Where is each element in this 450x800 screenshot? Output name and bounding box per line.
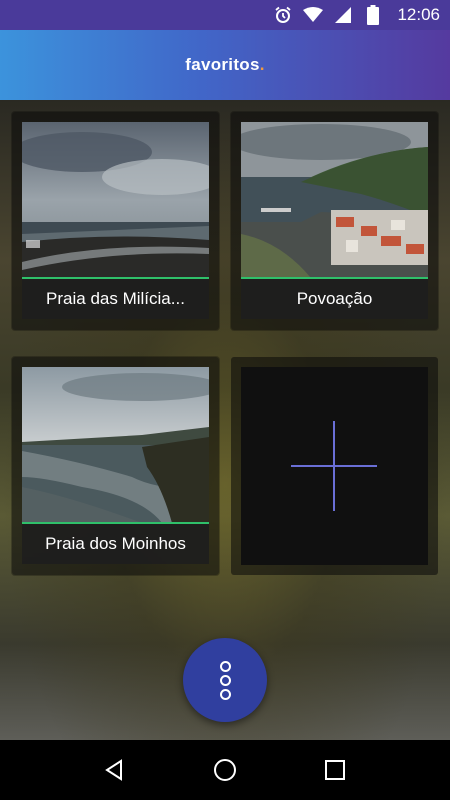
favorite-label: Povoação (296, 289, 373, 308)
webcam-thumbnail (241, 122, 428, 278)
system-nav-bar (0, 740, 450, 800)
favorite-label: Praia dos Moinhos (45, 534, 186, 553)
home-icon[interactable] (205, 750, 245, 790)
webcam-thumbnail (22, 122, 209, 278)
favorite-card-povoacao[interactable]: Povoação (231, 112, 438, 330)
card-caption: Praia dos Moinhos (22, 524, 209, 564)
webcam-thumbnail (22, 367, 209, 523)
favorite-card-praia-das-milicias[interactable]: Praia das Milícia... (12, 112, 219, 330)
app-header: favoritos. (0, 30, 450, 100)
card-caption: Povoação (241, 279, 428, 319)
battery-icon (363, 5, 383, 25)
wifi-icon (303, 5, 324, 25)
status-time: 12:06 (397, 5, 440, 24)
more-vert-icon (219, 660, 231, 672)
alarm-icon (273, 5, 293, 25)
favorite-card-praia-dos-moinhos[interactable]: Praia dos Moinhos (12, 357, 219, 575)
title-dot: . (259, 55, 265, 74)
page-title: favoritos. (185, 55, 265, 74)
more-options-button[interactable] (183, 638, 267, 722)
more-vert-icon-dot (219, 688, 231, 700)
card-caption: Praia das Milícia... (22, 279, 209, 319)
recents-icon[interactable] (315, 750, 355, 790)
signal-icon (333, 5, 353, 25)
status-bar: 12:06 (0, 0, 450, 30)
back-icon[interactable] (95, 750, 135, 790)
more-vert-icon-dot (219, 674, 231, 686)
add-favorite-panel (241, 367, 428, 565)
plus-icon-bar (291, 465, 377, 467)
favorite-label: Praia das Milícia... (46, 289, 185, 308)
add-favorite-tile[interactable] (231, 357, 438, 575)
